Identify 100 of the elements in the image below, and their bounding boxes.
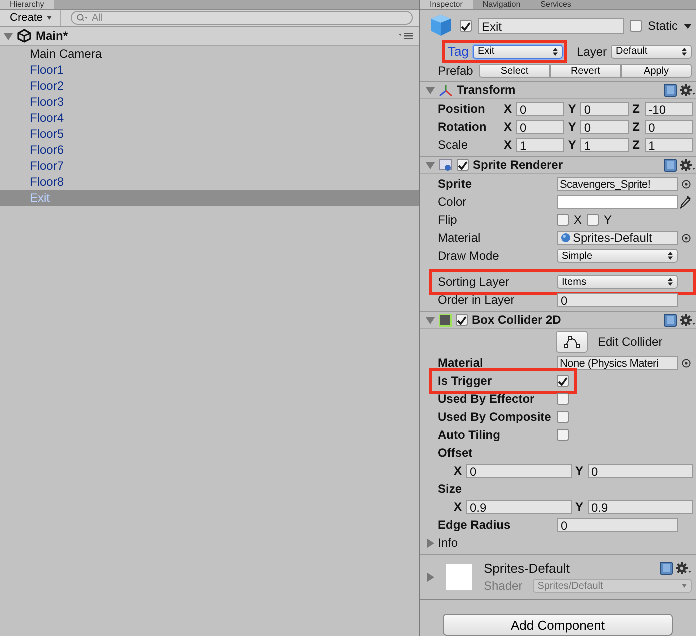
cube-icon [428, 13, 454, 39]
number-field[interactable]: 0 [644, 120, 693, 134]
checkbox[interactable] [457, 159, 469, 171]
gear-icon[interactable] [680, 84, 696, 96]
object-picker-icon[interactable] [682, 234, 690, 242]
checkbox[interactable] [557, 393, 569, 405]
number-field[interactable]: 1 [516, 138, 564, 152]
checkbox[interactable] [557, 411, 569, 423]
edit-collider-button[interactable] [556, 331, 588, 353]
axis-label: X [504, 138, 513, 152]
axis-label: Y [568, 102, 578, 116]
color-swatch[interactable] [557, 195, 678, 209]
tag-label: Tag [448, 44, 469, 59]
object-picker-icon[interactable] [682, 358, 690, 368]
checkbox[interactable] [557, 214, 569, 226]
help-book-icon[interactable] [664, 314, 677, 326]
property-label: Is Trigger [438, 374, 494, 388]
prefab-button[interactable]: Revert [550, 64, 622, 78]
caret-icon [47, 16, 52, 20]
help-book-icon[interactable] [664, 158, 677, 172]
expanded-triangle-icon[interactable] [426, 316, 435, 324]
hierarchy-tab[interactable]: Hierarchy [0, 0, 54, 9]
number-field[interactable]: 0 [580, 102, 629, 116]
axis-label: Y [568, 120, 578, 134]
hierarchy-item[interactable]: Floor4 [0, 110, 419, 126]
prefab-button[interactable]: Select [479, 64, 550, 78]
component-title: Transform [457, 83, 517, 97]
property-label: Color [438, 195, 468, 209]
property-label: Sorting Layer [438, 275, 510, 289]
expanded-triangle-icon[interactable] [4, 32, 13, 40]
checkbox[interactable] [557, 429, 569, 441]
number-field[interactable]: -10 [644, 102, 693, 116]
dropdown[interactable]: Items [557, 275, 678, 289]
gear-icon[interactable] [680, 158, 696, 172]
number-field[interactable]: 0 [466, 464, 572, 478]
shader-label: Shader [484, 579, 523, 593]
panel-tab[interactable]: Inspector [420, 0, 473, 9]
object-field[interactable]: Scavengers_Sprite! [557, 177, 678, 191]
component-title: Sprite Renderer [473, 158, 564, 172]
dropdown-arrows-icon [668, 252, 673, 260]
number-field[interactable]: 1 [644, 138, 693, 152]
hierarchy-item[interactable]: Floor7 [0, 158, 419, 174]
number-field[interactable]: 0 [516, 120, 564, 134]
material-name: Sprites-Default [484, 561, 571, 576]
help-book-icon[interactable] [660, 562, 673, 575]
caret-icon [682, 584, 687, 588]
collapsed-triangle-icon[interactable] [426, 538, 435, 548]
axis-label: Y [576, 500, 584, 514]
foldout-label[interactable]: Info [438, 536, 458, 550]
scene-name: Main* [36, 29, 70, 43]
expanded-triangle-icon[interactable] [426, 160, 435, 170]
caret-icon[interactable] [684, 24, 692, 28]
checkbox[interactable] [456, 314, 468, 326]
panel-tab[interactable]: Navigation [472, 0, 531, 9]
checkbox[interactable] [557, 375, 569, 387]
checkbox[interactable] [460, 20, 472, 32]
hierarchy-item[interactable]: Floor1 [0, 62, 419, 78]
hierarchy-item[interactable]: Floor8 [0, 174, 419, 190]
checkbox[interactable] [587, 214, 600, 226]
axes-icon [439, 84, 453, 96]
number-field[interactable]: 0 [516, 102, 564, 116]
hierarchy-item[interactable]: Main Camera [0, 46, 419, 62]
number-field[interactable]: 0.9 [466, 500, 572, 514]
checkbox[interactable] [630, 20, 642, 32]
tag-dropdown[interactable]: Exit [472, 44, 563, 58]
eyedropper-icon[interactable] [680, 195, 692, 209]
number-field[interactable]: 0.9 [588, 500, 693, 514]
gear-icon[interactable] [676, 562, 692, 575]
axis-label: X [454, 464, 463, 478]
hierarchy-item[interactable]: Floor6 [0, 142, 419, 158]
hierarchy-item[interactable]: Floor5 [0, 126, 419, 142]
search-field[interactable]: All [71, 11, 413, 25]
prefab-button[interactable]: Apply [621, 64, 692, 78]
property-label: Material [438, 356, 484, 370]
dropdown[interactable]: Simple [557, 249, 678, 263]
layer-label: Layer [576, 44, 607, 58]
hierarchy-item[interactable]: Floor3 [0, 94, 419, 110]
expanded-triangle-icon[interactable] [426, 86, 435, 94]
collapsed-triangle-icon[interactable] [426, 572, 435, 582]
dropdown-arrows-icon [682, 48, 687, 56]
axis-label: Y [568, 138, 578, 152]
number-field[interactable]: 0 [580, 120, 629, 134]
create-button[interactable]: Create [4, 10, 62, 26]
property-label: Draw Mode [438, 249, 500, 263]
gear-icon[interactable] [680, 314, 696, 326]
number-field[interactable]: 0 [557, 293, 678, 307]
number-field[interactable]: 0 [588, 464, 693, 478]
help-book-icon[interactable] [664, 84, 677, 96]
object-field[interactable]: None (Physics Materi [557, 356, 678, 370]
hierarchy-item[interactable]: Floor2 [0, 78, 419, 94]
layer-dropdown[interactable]: Default [611, 44, 692, 58]
add-component-button[interactable]: Add Component [443, 614, 673, 636]
menu-icon[interactable] [399, 32, 413, 40]
number-field[interactable]: 1 [580, 138, 629, 152]
panel-tab[interactable]: Services [530, 0, 582, 9]
object-name-field[interactable]: Exit [478, 18, 624, 34]
axis-label: X [454, 500, 463, 514]
number-field[interactable]: 0 [557, 518, 678, 532]
object-picker-icon[interactable] [682, 180, 690, 188]
property-label: Position [438, 102, 486, 116]
